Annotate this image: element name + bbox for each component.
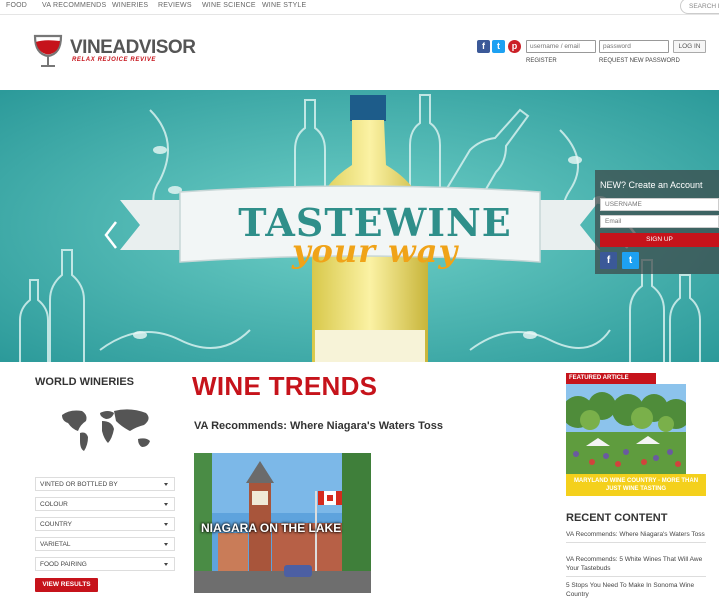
nav-item-wine-style[interactable]: WINE STYLE xyxy=(262,2,306,9)
signup-email-input[interactable] xyxy=(600,215,719,228)
filter-label: VINTED OR BOTTLED BY xyxy=(40,481,118,488)
top-navigation: FOOD VA RECOMMENDS WINERIES REVIEWS WINE… xyxy=(0,0,719,15)
nav-item-wineries[interactable]: WINERIES xyxy=(112,2,148,9)
facebook-icon[interactable]: f xyxy=(600,252,617,269)
twitter-icon[interactable]: t xyxy=(622,252,639,269)
nav-item-va-recommends[interactable]: VA RECOMMENDS xyxy=(42,2,106,9)
article-image-caption: NIAGARA ON THE LAKE xyxy=(201,521,342,535)
caret-down-icon xyxy=(164,483,168,486)
article-title-link[interactable]: VA Recommends: Where Niagara's Waters To… xyxy=(194,420,443,432)
filter-colour-dropdown[interactable]: COLOUR xyxy=(35,497,175,511)
nav-item-wine-science[interactable]: WINE SCIENCE xyxy=(202,2,256,9)
brand-tagline: RELAX REJOICE REVIVE xyxy=(72,57,157,63)
wine-trends-heading: WINE TRENDS xyxy=(192,371,378,401)
signup-button[interactable]: SIGN UP xyxy=(600,233,719,247)
recent-content-heading: RECENT CONTENT xyxy=(566,512,668,524)
chevron-left-icon[interactable] xyxy=(104,220,118,250)
featured-article-image[interactable] xyxy=(566,384,686,474)
twitter-icon[interactable]: t xyxy=(492,40,505,53)
view-results-button[interactable]: VIEW RESULTS xyxy=(35,578,98,592)
facebook-icon[interactable]: f xyxy=(477,40,490,53)
world-map-icon[interactable] xyxy=(58,405,158,455)
vineadvisor-logo-icon[interactable] xyxy=(30,30,66,70)
pinterest-icon[interactable]: p xyxy=(508,40,521,53)
filter-varietal-dropdown[interactable]: VARIETAL xyxy=(35,537,175,551)
hero-subtitle: your way xyxy=(291,232,459,270)
recent-item-3[interactable]: 5 Stops You Need To Make In Sonoma Wine … xyxy=(566,581,706,600)
recent-item-1[interactable]: VA Recommends: Where Niagara's Waters To… xyxy=(566,530,706,543)
signup-panel: NEW? Create an Account SIGN UP f t xyxy=(595,170,719,274)
recent-item-2[interactable]: VA Recommends: 5 White Wines That Will A… xyxy=(566,555,706,577)
filter-label: FOOD PAIRING xyxy=(40,561,87,568)
article-image[interactable]: NIAGARA ON THE LAKE xyxy=(194,453,371,593)
filter-country-dropdown[interactable]: COUNTRY xyxy=(35,517,175,531)
filter-label: COLOUR xyxy=(40,501,68,508)
brand-name[interactable]: VINEADVISOR xyxy=(70,37,196,59)
filter-label: VARIETAL xyxy=(40,541,71,548)
nav-item-reviews[interactable]: REVIEWS xyxy=(158,2,192,9)
register-link[interactable]: REGISTER xyxy=(526,58,557,64)
caret-down-icon xyxy=(164,523,168,526)
featured-article-label: FEATURED ARTICLE xyxy=(566,373,656,384)
filter-food-pairing-dropdown[interactable]: FOOD PAIRING xyxy=(35,557,175,571)
request-password-link[interactable]: REQUEST NEW PASSWORD xyxy=(599,58,680,64)
filter-label: COUNTRY xyxy=(40,521,73,528)
signup-title: NEW? Create an Account xyxy=(600,180,703,190)
filter-vinted-bottled-dropdown[interactable]: VINTED OR BOTTLED BY xyxy=(35,477,175,491)
caret-down-icon xyxy=(164,563,168,566)
signup-username-input[interactable] xyxy=(600,198,719,211)
featured-article-caption[interactable]: MARYLAND WINE COUNTRY - MORE THAN JUST W… xyxy=(566,474,706,496)
username-input[interactable] xyxy=(526,40,596,53)
caret-down-icon xyxy=(164,503,168,506)
password-input[interactable] xyxy=(599,40,669,53)
login-button[interactable]: LOG IN xyxy=(673,40,706,53)
search-box[interactable]: SEARCH BY xyxy=(680,0,719,14)
nav-item-food[interactable]: FOOD xyxy=(6,2,27,9)
caret-down-icon xyxy=(164,543,168,546)
world-wineries-heading: WORLD WINERIES xyxy=(35,376,134,388)
maryland-photo xyxy=(566,384,686,474)
